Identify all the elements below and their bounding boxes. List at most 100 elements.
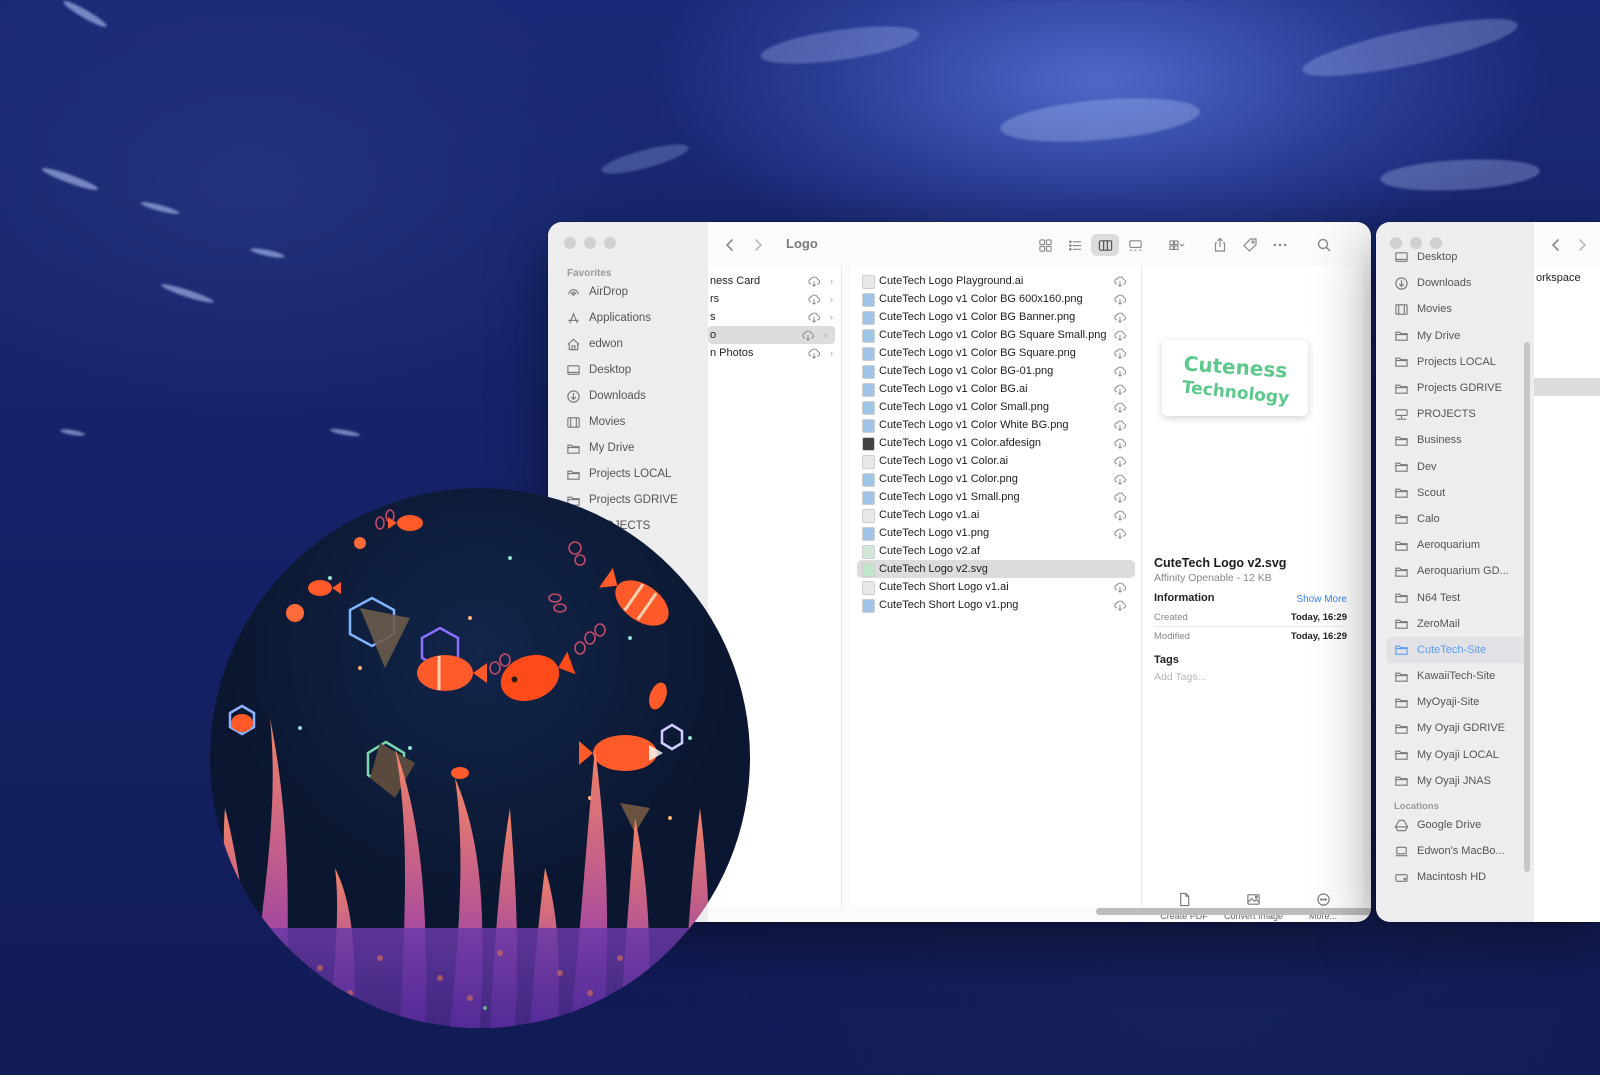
icon-view-button[interactable] <box>1031 234 1059 256</box>
add-tags-field[interactable]: Add Tags... <box>1154 671 1206 683</box>
icloud-download-icon[interactable] <box>1113 472 1127 486</box>
sidebar-item-aeroquarium-gd[interactable]: Aeroquarium GD... <box>1386 558 1528 584</box>
location-item-google-drive[interactable]: Google Drive <box>1386 812 1528 838</box>
file-row[interactable]: CuteTech Logo v1 Color BG.ai <box>857 380 1135 398</box>
sidebar-item-scout[interactable]: Scout <box>1386 480 1528 506</box>
icloud-download-icon[interactable] <box>1113 490 1127 504</box>
parent-folder-row[interactable]: n Photos › <box>708 344 841 362</box>
location-item-edwon-s-macbo[interactable]: Edwon's MacBo... <box>1386 838 1528 864</box>
back-button-secondary[interactable] <box>1546 234 1566 256</box>
sidebar-item-kawaiitech-site[interactable]: KawaiiTech-Site <box>1386 663 1528 689</box>
icloud-download-icon[interactable] <box>1113 508 1127 522</box>
list-view-button[interactable] <box>1061 234 1089 256</box>
horizontal-scrollbar[interactable] <box>698 908 1371 916</box>
sidebar-item-aeroquarium[interactable]: Aeroquarium <box>1386 532 1528 558</box>
location-item-macintosh-hd[interactable]: Macintosh HD <box>1386 864 1528 890</box>
sidebar-item-desktop[interactable]: Desktop <box>1386 244 1528 270</box>
sidebar-item-my-oyaji-gdrive[interactable]: My Oyaji GDRIVE <box>1386 715 1528 741</box>
icloud-download-icon[interactable] <box>1113 580 1127 594</box>
share-button[interactable] <box>1208 234 1232 256</box>
gallery-view-button[interactable] <box>1121 234 1149 256</box>
horizontal-scroll-thumb[interactable] <box>1096 908 1371 915</box>
sidebar-item-projects-local[interactable]: Projects LOCAL <box>558 461 703 487</box>
group-button[interactable] <box>1160 234 1194 256</box>
sidebar-item-downloads[interactable]: Downloads <box>1386 270 1528 296</box>
forward-button-secondary[interactable] <box>1572 234 1592 256</box>
file-row[interactable]: CuteTech Short Logo v1.png <box>857 596 1135 614</box>
create-pdf-action[interactable]: Create PDF <box>1154 892 1214 921</box>
icloud-download-icon[interactable] <box>1113 292 1127 306</box>
icloud-download-icon[interactable] <box>1113 328 1127 342</box>
icloud-download-icon[interactable] <box>1113 598 1127 612</box>
file-row[interactable]: CuteTech Logo v1 Color White BG.png <box>857 416 1135 434</box>
sidebar-item-my-oyaji-jnas[interactable]: My Oyaji JNAS <box>1386 768 1528 794</box>
icloud-download-icon[interactable] <box>1113 382 1127 396</box>
sidebar-item-downloads[interactable]: Downloads <box>558 383 703 409</box>
sidebar-item-my-drive[interactable]: My Drive <box>558 435 703 461</box>
parent-folder-row[interactable]: o › <box>708 326 835 344</box>
icloud-download-icon[interactable] <box>1113 526 1127 540</box>
selected-row-fragment[interactable] <box>1534 378 1600 396</box>
sidebar-item-movies[interactable]: Movies <box>1386 296 1528 322</box>
sidebar-item-desktop[interactable]: Desktop <box>558 357 703 383</box>
sidebar-item-projects-gdrive[interactable]: Projects GDRIVE <box>1386 375 1528 401</box>
file-row[interactable]: CuteTech Logo v2.af <box>857 542 1135 560</box>
file-row[interactable]: CuteTech Logo v1 Small.png <box>857 488 1135 506</box>
file-row[interactable]: CuteTech Logo v1 Color BG Banner.png <box>857 308 1135 326</box>
sidebar-item-myoyaji-site[interactable]: MyOyaji-Site <box>1386 689 1528 715</box>
file-row[interactable]: CuteTech Logo v1 Color Small.png <box>857 398 1135 416</box>
icloud-download-icon[interactable] <box>1113 274 1127 288</box>
icloud-download-icon[interactable] <box>1113 400 1127 414</box>
sidebar-item-cutetech-site[interactable]: CuteTech-Site <box>1386 636 1528 663</box>
sidebar-item-n64-test[interactable]: N64 Test <box>1386 584 1528 610</box>
forward-button[interactable] <box>746 234 770 256</box>
convert-image-action[interactable]: Convert Image <box>1224 892 1284 921</box>
icloud-download-icon[interactable] <box>1113 310 1127 324</box>
icloud-download-icon[interactable] <box>1113 418 1127 432</box>
icloud-download-icon[interactable] <box>1113 364 1127 378</box>
file-row[interactable]: CuteTech Logo v1.png <box>857 524 1135 542</box>
icloud-download-icon[interactable] <box>1113 436 1127 450</box>
column-view-button[interactable] <box>1091 234 1119 256</box>
file-row[interactable]: CuteTech Logo v1 Color BG-01.png <box>857 362 1135 380</box>
icloud-download-icon[interactable] <box>1113 454 1127 468</box>
more-actions-button[interactable] <box>1268 234 1292 256</box>
sidebar-item-my-drive[interactable]: My Drive <box>1386 323 1528 349</box>
parent-folder-row[interactable]: s › <box>708 308 841 326</box>
sidebar-item-zeromail[interactable]: ZeroMail <box>1386 611 1528 637</box>
file-row[interactable]: CuteTech Logo Playground.ai <box>857 272 1135 290</box>
sidebar-item-movies[interactable]: Movies <box>558 409 703 435</box>
file-row[interactable]: CuteTech Logo v1 Color BG Square.png <box>857 344 1135 362</box>
column-item-fragment[interactable]: orkspace <box>1536 272 1581 284</box>
file-row[interactable]: CuteTech Logo v1 Color BG Square Small.p… <box>857 326 1135 344</box>
back-button[interactable] <box>718 234 742 256</box>
icloud-download-icon[interactable] <box>807 310 821 324</box>
search-button[interactable] <box>1312 234 1336 256</box>
file-row[interactable]: CuteTech Logo v1 Color.afdesign <box>857 434 1135 452</box>
sidebar-item-dev[interactable]: Dev <box>1386 454 1528 480</box>
parent-folder-row[interactable]: rs › <box>708 290 841 308</box>
sidebar-item-calo[interactable]: Calo <box>1386 506 1528 532</box>
file-row[interactable]: CuteTech Logo v1 Color.ai <box>857 452 1135 470</box>
sidebar-item-my-oyaji-local[interactable]: My Oyaji LOCAL <box>1386 742 1528 768</box>
file-row[interactable]: CuteTech Logo v1 Color BG 600x160.png <box>857 290 1135 308</box>
icloud-download-icon[interactable] <box>807 274 821 288</box>
file-row[interactable]: CuteTech Logo v2.svg <box>857 560 1135 578</box>
icloud-download-icon[interactable] <box>807 346 821 360</box>
icloud-download-icon[interactable] <box>807 292 821 306</box>
sidebar-item-projects[interactable]: PROJECTS <box>1386 401 1528 427</box>
show-more-link[interactable]: Show More <box>1296 594 1347 605</box>
sidebar-item-business[interactable]: Business <box>1386 427 1528 453</box>
sidebar-scrollbar[interactable] <box>1524 342 1530 872</box>
sidebar-item-edwon[interactable]: edwon <box>558 331 703 357</box>
parent-folder-row[interactable]: ness Card › <box>708 272 841 290</box>
icloud-download-icon[interactable] <box>1113 346 1127 360</box>
file-row[interactable]: CuteTech Short Logo v1.ai <box>857 578 1135 596</box>
sidebar-item-applications[interactable]: Applications <box>558 305 703 331</box>
tag-button[interactable] <box>1238 234 1262 256</box>
file-row[interactable]: CuteTech Logo v1 Color.png <box>857 470 1135 488</box>
icloud-download-icon[interactable] <box>801 328 815 342</box>
file-row[interactable]: CuteTech Logo v1.ai <box>857 506 1135 524</box>
sidebar-item-projects-local[interactable]: Projects LOCAL <box>1386 349 1528 375</box>
sidebar-item-airdrop[interactable]: AirDrop <box>558 279 703 305</box>
